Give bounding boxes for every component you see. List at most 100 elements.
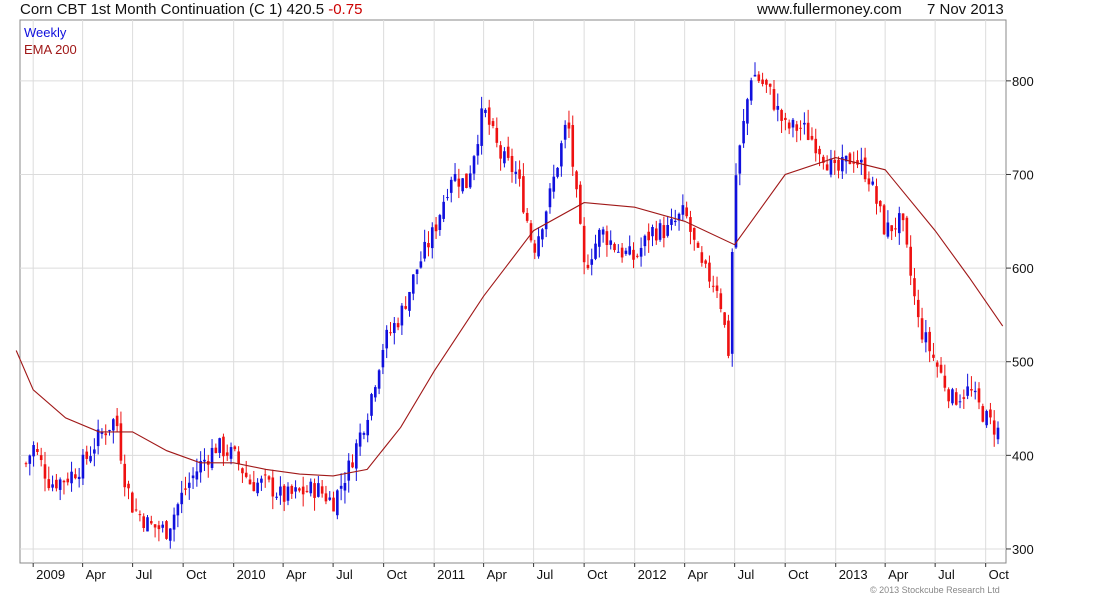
candle-up [309,481,313,494]
candle-down [814,138,818,154]
candle-up [411,274,415,294]
candle-up [753,74,757,77]
candle-up [347,460,351,481]
candle-up [112,419,115,431]
candle-up [180,492,183,505]
candle-down [905,217,909,245]
candle-up [381,349,385,368]
candle-down [465,173,468,188]
x-tick-label: Jul [336,567,353,582]
candle-down [977,388,981,403]
candle-down [571,125,575,167]
candle-up [594,243,597,259]
candle-up [279,486,282,496]
candle-up [681,205,685,215]
candle-down [301,486,305,495]
candle-up [51,484,54,488]
candle-down [711,285,715,287]
candle-down [727,320,730,356]
x-tick-label: Jul [136,567,153,582]
x-tick-label: Apr [86,567,107,582]
candle-up [897,213,901,234]
x-tick-label: 2012 [638,567,667,582]
candle-up [776,105,780,110]
candle-up [791,119,795,128]
candle-up [468,173,472,188]
candle-down [943,375,947,388]
candle-up [480,108,483,146]
candle-up [871,181,875,185]
candle-up [484,109,487,113]
candle-down [799,127,802,129]
candle-up [256,482,259,494]
candle-down [981,406,985,422]
candle-up [560,143,563,167]
candle-down [131,492,134,513]
candle-up [218,438,221,453]
candle-up [146,517,149,532]
x-tick-label: Apr [487,567,508,582]
candle-down [784,117,787,120]
candle-up [985,411,988,426]
candle-down [119,423,123,461]
candle-down [487,107,491,125]
candle-down [389,332,392,334]
candle-down [780,110,783,121]
candle-down [39,455,43,461]
candle-up [203,459,206,462]
candle-up [601,229,605,235]
candle-down [947,389,950,402]
candle-down [214,447,218,454]
candle-up [734,175,738,248]
candle-down [529,223,533,241]
candle-up [339,485,343,489]
candle-down [43,464,47,479]
x-tick-label: Oct [788,567,809,582]
candle-down [685,207,688,217]
candle-up [598,229,601,247]
candle-up [161,524,164,528]
candle-down [138,514,142,516]
candlestick-chart: 300 400 500 600 700 800 2009 Apr Jul Oct 2010 Apr Ju… [15,19,1034,582]
candle-down [875,186,878,204]
candle-down [495,127,499,143]
candle-up [358,432,362,447]
y-tick-label: 700 [1012,167,1034,182]
candle-down [66,478,70,483]
x-tick-label: Oct [387,567,408,582]
candle-up [423,241,426,259]
candle-down [533,243,537,253]
candle-down [457,178,461,187]
candle-down [222,436,225,457]
candle-down [36,448,39,452]
candle-up [77,476,81,480]
copyright-notice: © 2013 Stockcube Research Ltd [870,585,1000,595]
candle-up [70,471,73,484]
candle-down [635,255,639,257]
candle-down [434,224,438,232]
candle-down [491,121,495,127]
candle-up [958,401,962,403]
candle-down [723,312,726,325]
candle-up [453,174,457,181]
y-tick-label: 400 [1012,448,1034,463]
candle-down [863,157,867,180]
candle-up [730,251,734,354]
candle-up [966,386,969,396]
candle-up [590,259,594,265]
candle-up [294,487,297,492]
candle-down [499,145,502,159]
x-tick-label: 2011 [437,567,465,582]
candle-up [738,145,742,174]
candle-down [620,247,624,258]
candle-down [396,323,400,328]
candle-down [575,171,578,190]
candle-up [639,247,643,257]
x-tick-label: Apr [888,567,909,582]
candle-up [886,222,890,237]
candle-up [28,455,32,464]
candle-down [142,516,146,529]
candle-up [187,482,191,488]
x-tick-label: Apr [688,567,709,582]
candle-up [449,179,453,193]
